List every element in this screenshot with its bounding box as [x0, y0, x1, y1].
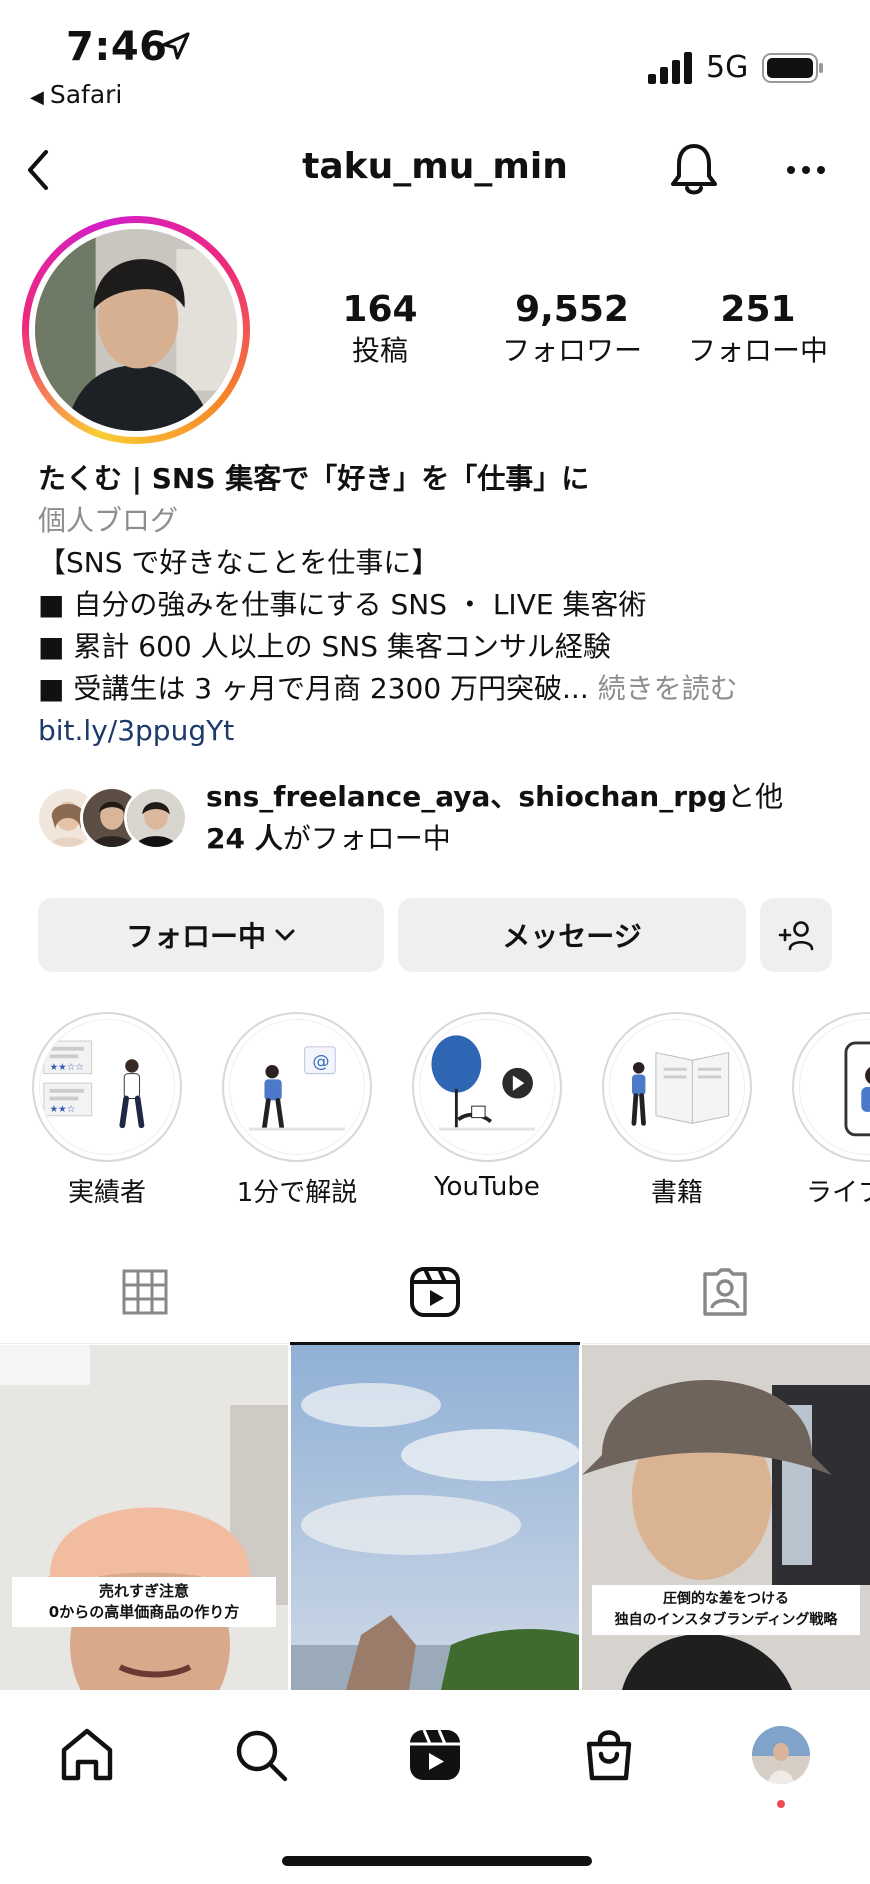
notification-dot	[777, 1800, 785, 1808]
bio-line: ■ 累計 600 人以上の SNS 集客コンサル経験	[38, 630, 611, 663]
highlight-cover-image: @	[230, 1020, 364, 1154]
message-button-label: メッセージ	[502, 920, 642, 953]
highlight-label: 実績者	[67, 1178, 146, 1208]
home-indicator	[282, 1856, 592, 1866]
followed-by-count: 24 人	[206, 822, 283, 855]
network-type: 5G	[706, 50, 749, 85]
shop-icon	[586, 1730, 632, 1781]
reel-thumbnail[interactable]	[291, 1345, 579, 1690]
reel-image	[582, 1345, 870, 1690]
status-time: 7:46	[66, 24, 168, 70]
bio-link[interactable]: bit.ly/3ppugYt	[38, 710, 858, 752]
stat-label: フォロワー	[501, 334, 642, 367]
highlight-item[interactable]: ライブ	[792, 1012, 870, 1202]
reel-thumbnail[interactable]: 圧倒的な差をつける 独自のインスタブランディング戦略	[582, 1345, 870, 1690]
nav-profile[interactable]	[746, 1720, 816, 1790]
back-app-label: Safari	[49, 80, 123, 109]
caption-line: 圧倒的な差をつける	[663, 1591, 789, 1607]
highlight-item[interactable]: ★★☆☆ ★★☆ 実績者	[32, 1012, 182, 1208]
bio-line: 【SNS で好きなことを仕事に】	[38, 546, 440, 579]
tagged-icon	[703, 1268, 747, 1316]
location-arrow-icon	[162, 32, 190, 60]
avatar	[752, 1726, 810, 1784]
back-to-app-link[interactable]: ◀ Safari	[30, 80, 122, 109]
caption-line: 売れすぎ注意	[98, 1582, 189, 1600]
reels-icon	[410, 1729, 460, 1780]
highlight-cover-image: ★★☆☆ ★★☆	[40, 1020, 174, 1154]
bottom-nav	[0, 1690, 870, 1884]
status-bar: 7:46 ◀ Safari 5G	[0, 0, 870, 120]
followed-by-mid: と他	[727, 780, 784, 813]
followed-by-names: sns_freelance_aya、shiochan_rpg	[206, 780, 728, 813]
highlight-label: ライブ	[806, 1178, 870, 1202]
search-icon	[236, 1730, 288, 1782]
signal-icon	[648, 52, 692, 84]
home-icon	[61, 1728, 113, 1781]
back-triangle-icon: ◀	[30, 87, 44, 108]
more-icon[interactable]	[782, 150, 830, 190]
reels-grid: 売れすぎ注意 0からの高単価商品の作り方 圧倒的な差をつける 独自のインスタブラ…	[0, 1345, 870, 1690]
profile-stats: 164 投稿 9,552 フォロワー 251 フォロー中	[300, 288, 860, 378]
profile-avatar-story-ring[interactable]	[22, 216, 250, 444]
tab-tagged[interactable]	[580, 1240, 870, 1344]
bio-line: ■ 受講生は 3 ヶ月で月商 2300 万円突破...	[38, 672, 589, 705]
profile-header: taku_mu_min	[0, 130, 870, 210]
highlight-label: 書籍	[650, 1178, 703, 1208]
highlight-label: 1分で解説	[236, 1178, 358, 1208]
battery-icon	[762, 53, 823, 83]
read-more-link[interactable]: 続きを読む	[598, 672, 738, 705]
nav-shop[interactable]	[574, 1720, 644, 1790]
nav-home[interactable]	[52, 1720, 122, 1790]
reel-image	[291, 1345, 579, 1690]
stat-value: 164	[342, 289, 418, 330]
bell-icon[interactable]	[666, 140, 722, 200]
stat-label: フォロー中	[687, 334, 828, 367]
profile-display-name: たくむ | SNS 集客で「好き」を「仕事」に	[38, 462, 590, 495]
stat-value: 251	[720, 289, 796, 330]
highlight-item[interactable]: @ 1分で解説	[222, 1012, 372, 1208]
tab-reels[interactable]	[290, 1240, 580, 1345]
stat-following[interactable]: 251 フォロー中	[678, 288, 838, 370]
profile-username: taku_mu_min	[302, 146, 568, 187]
svg-text:★★☆☆: ★★☆☆	[50, 1062, 84, 1073]
followed-by[interactable]: sns_freelance_aya、shiochan_rpgと他 24 人がフォロ…	[36, 776, 866, 866]
nav-search[interactable]	[226, 1720, 296, 1790]
stat-followers[interactable]: 9,552 フォロワー	[492, 288, 652, 370]
message-button[interactable]: メッセージ	[398, 898, 746, 972]
nav-reels[interactable]	[400, 1720, 470, 1790]
following-button-label: フォロー中	[125, 920, 266, 953]
highlight-item[interactable]: 書籍	[602, 1012, 752, 1208]
highlight-cover-image	[800, 1020, 870, 1154]
followed-by-text: sns_freelance_aya、shiochan_rpgと他 24 人がフォロ…	[206, 776, 866, 860]
reel-caption: 売れすぎ注意 0からの高単価商品の作り方	[12, 1577, 276, 1627]
reels-icon	[410, 1267, 460, 1317]
stat-value: 9,552	[515, 289, 629, 330]
svg-text:@: @	[312, 1052, 329, 1072]
stat-label: 投稿	[351, 334, 408, 367]
highlight-item[interactable]: YouTube	[412, 1012, 562, 1202]
followed-by-suffix: がフォロー中	[282, 822, 451, 855]
caption-line: 0からの高単価商品の作り方	[48, 1603, 240, 1621]
svg-text:★★☆: ★★☆	[50, 1104, 76, 1115]
chevron-down-icon	[275, 929, 295, 941]
bio-line: ■ 自分の強みを仕事にする SNS ・ LIVE 集客術	[38, 588, 647, 621]
reel-thumbnail[interactable]: 売れすぎ注意 0からの高単価商品の作り方	[0, 1345, 288, 1690]
profile-category: 個人ブログ	[38, 504, 179, 537]
add-person-icon	[778, 921, 814, 951]
highlight-cover-image	[420, 1020, 554, 1154]
highlight-cover-image	[610, 1020, 744, 1154]
profile-tabs	[0, 1240, 870, 1345]
tab-posts-grid[interactable]	[0, 1240, 290, 1344]
reel-caption: 圧倒的な差をつける 独自のインスタブランディング戦略	[592, 1585, 860, 1635]
add-person-button[interactable]	[760, 898, 832, 972]
highlight-label: YouTube	[434, 1172, 540, 1202]
avatar	[124, 786, 188, 850]
avatar	[35, 229, 237, 431]
following-button[interactable]: フォロー中	[38, 898, 384, 972]
profile-bio: たくむ | SNS 集客で「好き」を「仕事」に 個人ブログ 【SNS で好きなこ…	[38, 458, 858, 752]
caption-line: 独自のインスタブランディング戦略	[614, 1612, 838, 1628]
stat-posts[interactable]: 164 投稿	[300, 288, 460, 370]
grid-icon	[122, 1269, 168, 1315]
reel-image	[0, 1345, 288, 1690]
